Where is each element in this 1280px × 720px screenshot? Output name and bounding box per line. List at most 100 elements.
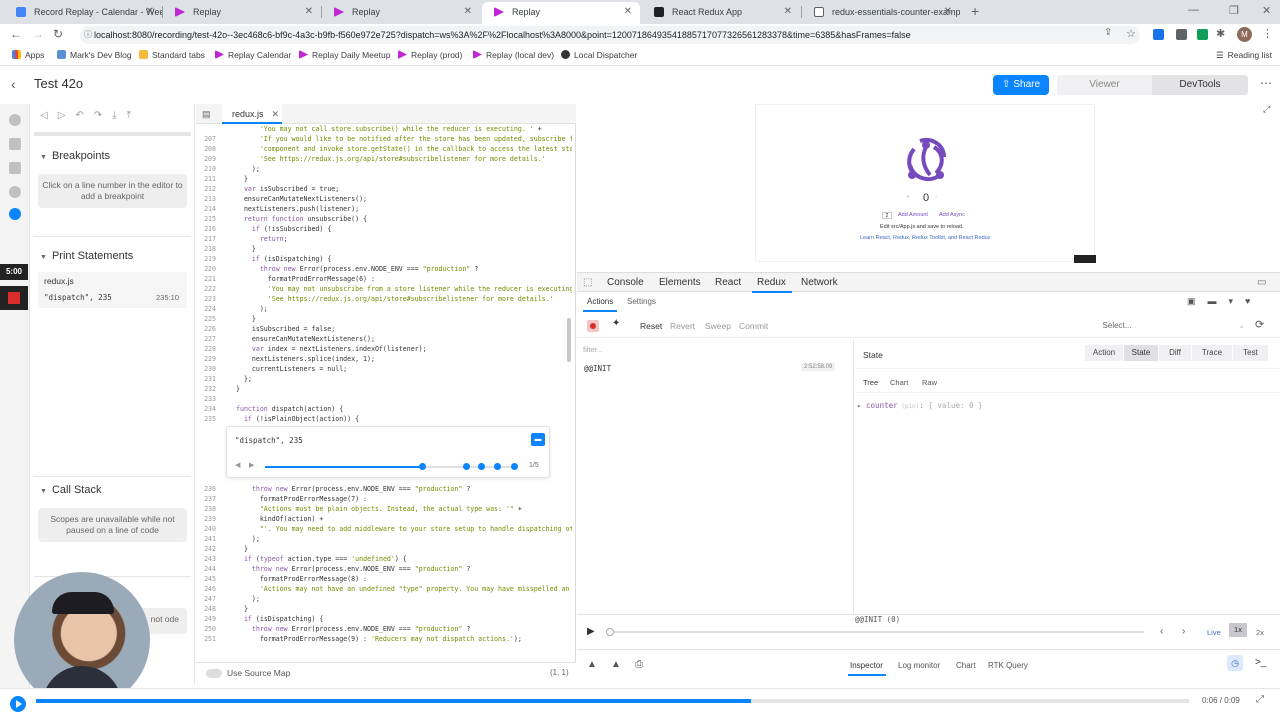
sync-icon[interactable]: ⟳ bbox=[1255, 318, 1264, 331]
close-icon[interactable]: ✕ bbox=[305, 2, 313, 22]
learn-links[interactable]: Learn React, Redux, Redux Toolkit, and R… bbox=[860, 235, 990, 241]
line-number[interactable]: 235 bbox=[196, 414, 216, 424]
timeline-track[interactable] bbox=[36, 699, 1189, 703]
print-statement-item[interactable]: redux.js "dispatch", 235 235:10 bbox=[38, 272, 187, 308]
tab-actions[interactable]: Actions bbox=[587, 297, 613, 306]
bookmark[interactable]: Replay (prod) bbox=[398, 50, 463, 60]
print-statements-header[interactable]: ▼ Print Statements bbox=[40, 250, 133, 262]
action-item[interactable]: @@INIT 2:52:58.09 bbox=[577, 359, 854, 377]
bookmark[interactable]: Replay (local dev) bbox=[473, 50, 554, 60]
line-number[interactable]: 217 bbox=[196, 234, 216, 244]
step-in-icon[interactable]: ⤓ bbox=[112, 110, 126, 121]
line-number[interactable]: 221 bbox=[196, 274, 216, 284]
add-amount-button[interactable]: Add Amount bbox=[898, 212, 928, 218]
line-number[interactable]: 246 bbox=[196, 584, 216, 594]
code-line[interactable]: 237 formatProdErrorMessage(7) : bbox=[196, 494, 572, 504]
view-raw[interactable]: Raw bbox=[922, 378, 937, 387]
code-line[interactable]: 216 if (!isSubscribed) { bbox=[196, 224, 572, 234]
minimize-button[interactable]: — bbox=[1188, 4, 1199, 16]
forward-icon[interactable]: → bbox=[32, 27, 44, 41]
code-line[interactable]: 211 } bbox=[196, 174, 572, 184]
bookmark[interactable]: Local Dispatcher bbox=[561, 50, 637, 60]
call-stack-header[interactable]: ▼ Call Stack bbox=[40, 484, 101, 496]
address-bar[interactable]: ⓘ localhost:8080/recording/test-42o--3ec4… bbox=[80, 26, 1140, 44]
view-chart[interactable]: Chart bbox=[890, 378, 908, 387]
line-number[interactable]: 239 bbox=[196, 514, 216, 524]
source-map-toggle[interactable] bbox=[206, 669, 222, 678]
action-slider[interactable] bbox=[606, 628, 1144, 636]
line-number[interactable]: 245 bbox=[196, 574, 216, 584]
code-line[interactable]: 238 "Actions must be plain objects. Inst… bbox=[196, 504, 572, 514]
hit-marker[interactable] bbox=[511, 463, 518, 470]
code-line[interactable]: 232} bbox=[196, 384, 572, 394]
new-tab-button[interactable]: + bbox=[971, 3, 979, 19]
line-number[interactable]: 250 bbox=[196, 624, 216, 634]
tab-rtk-query[interactable]: RTK Query bbox=[988, 661, 1028, 670]
lock-icon[interactable]: ▲ bbox=[587, 659, 597, 670]
code-line[interactable]: 210 ); bbox=[196, 164, 572, 174]
prev-action-icon[interactable]: ‹ bbox=[1160, 626, 1163, 637]
line-number[interactable]: 242 bbox=[196, 544, 216, 554]
code-line[interactable]: 251 formatProdErrorMessage(9) : 'Reducer… bbox=[196, 634, 572, 644]
back-arrow-icon[interactable]: ‹ bbox=[11, 76, 16, 92]
more-options-icon[interactable]: ⋯ bbox=[1260, 76, 1272, 90]
tab-test[interactable]: Test bbox=[1233, 345, 1268, 361]
live-button[interactable]: Live bbox=[1207, 628, 1221, 637]
code-line[interactable]: 208 'component and invoke store.getState… bbox=[196, 144, 572, 154]
code-line[interactable]: 233 bbox=[196, 394, 572, 404]
code-line[interactable]: 242 } bbox=[196, 544, 572, 554]
revert-button[interactable]: Revert bbox=[670, 321, 695, 331]
export-icon[interactable]: ▲ bbox=[611, 659, 621, 670]
tab-log-monitor[interactable]: Log monitor bbox=[898, 661, 940, 670]
reading-list[interactable]: ☰ Reading list bbox=[1216, 50, 1272, 61]
speed-2x-button[interactable]: 2x bbox=[1256, 628, 1264, 637]
line-number[interactable]: 210 bbox=[196, 164, 216, 174]
filter-input[interactable]: filter... bbox=[583, 345, 603, 354]
code-line[interactable]: 214 nextListeners.push(listener); bbox=[196, 204, 572, 214]
line-number[interactable]: 248 bbox=[196, 604, 216, 614]
code-line[interactable]: 247 ); bbox=[196, 594, 572, 604]
heart-icon[interactable]: ♥ bbox=[1245, 296, 1262, 306]
browser-tab-active[interactable]: Replay ✕ bbox=[482, 2, 640, 24]
tab-diff[interactable]: Diff bbox=[1159, 345, 1191, 361]
step-out-icon[interactable]: ⤒ bbox=[127, 110, 141, 121]
search-icon[interactable] bbox=[9, 186, 21, 198]
line-number[interactable]: 240 bbox=[196, 524, 216, 534]
reverse-step-icon[interactable]: ↶ bbox=[75, 110, 93, 121]
window-close-button[interactable]: ✕ bbox=[1262, 4, 1271, 17]
browser-tab[interactable]: React Redux App ✕ bbox=[642, 2, 800, 24]
code-line[interactable]: 241 ); bbox=[196, 534, 572, 544]
code-line[interactable]: 226 isSubscribed = false; bbox=[196, 324, 572, 334]
next-action-icon[interactable]: › bbox=[1182, 626, 1185, 637]
line-number[interactable]: 244 bbox=[196, 564, 216, 574]
tab-elements[interactable]: Elements bbox=[659, 277, 701, 288]
debugger-icon[interactable] bbox=[9, 208, 21, 220]
prev-hit-icon[interactable]: ◀ bbox=[235, 461, 240, 469]
editor-scrollbar[interactable] bbox=[567, 318, 571, 362]
code-line[interactable]: 243 if (typeof action.type === 'undefine… bbox=[196, 554, 572, 564]
close-icon[interactable]: ✕ bbox=[784, 2, 792, 22]
file-tree-icon[interactable]: ▤ bbox=[202, 109, 211, 120]
tab-trace[interactable]: Trace bbox=[1192, 345, 1232, 361]
tab-react[interactable]: React bbox=[715, 277, 741, 288]
close-icon[interactable]: ✕ bbox=[464, 2, 472, 22]
bookmark[interactable]: Replay Daily Meetup bbox=[299, 50, 390, 60]
print-icon[interactable]: ⎙ bbox=[635, 659, 643, 670]
line-number[interactable]: 230 bbox=[196, 364, 216, 374]
menu-dots-icon[interactable]: ⋮ bbox=[1262, 27, 1273, 40]
info-icon[interactable] bbox=[9, 114, 21, 126]
line-number[interactable]: 216 bbox=[196, 224, 216, 234]
fullscreen-icon[interactable]: ⤢ bbox=[1256, 694, 1264, 705]
line-number[interactable]: 207 bbox=[196, 134, 216, 144]
play-pause-button[interactable] bbox=[10, 696, 26, 712]
amount-input[interactable]: 2 bbox=[882, 212, 892, 219]
code-line[interactable]: 239 kindOf(action) + bbox=[196, 514, 572, 524]
code-line[interactable]: 220 throw new Error(process.env.NODE_ENV… bbox=[196, 264, 572, 274]
reset-button[interactable]: Reset bbox=[640, 321, 662, 331]
bookmark[interactable]: Replay Calendar bbox=[215, 50, 291, 60]
bookmark-apps[interactable]: Apps bbox=[12, 50, 44, 60]
line-number[interactable]: 223 bbox=[196, 294, 216, 304]
code-line[interactable]: 221 formatProdErrorMessage(6) : bbox=[196, 274, 572, 284]
bookmark[interactable]: Mark's Dev Blog bbox=[57, 50, 132, 60]
panel-layout-icon[interactable]: ▭ bbox=[1257, 277, 1266, 288]
